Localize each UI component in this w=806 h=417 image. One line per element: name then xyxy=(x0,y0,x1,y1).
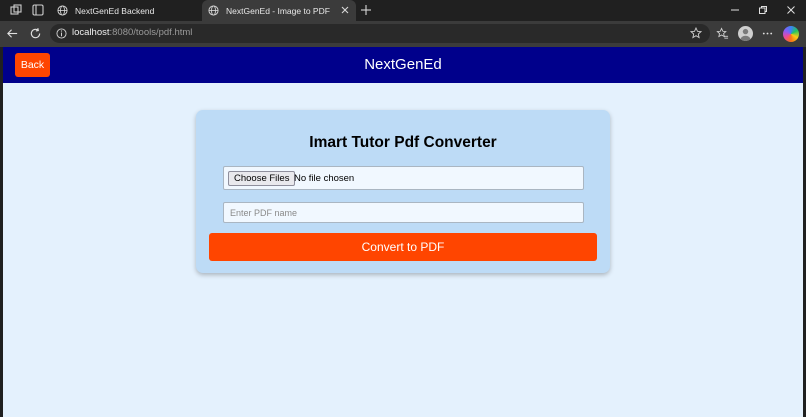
more-icon[interactable] xyxy=(761,27,774,40)
pdf-name-input[interactable] xyxy=(223,202,584,223)
globe-icon xyxy=(57,5,68,16)
copilot-icon[interactable] xyxy=(783,26,799,42)
globe-icon xyxy=(208,5,219,16)
restore-icon[interactable] xyxy=(758,5,768,15)
new-tab-icon[interactable] xyxy=(360,4,372,16)
site-info-icon[interactable] xyxy=(56,28,67,39)
site-brand: NextGenEd xyxy=(364,56,442,73)
minimize-icon[interactable] xyxy=(730,5,740,15)
back-button[interactable]: Back xyxy=(15,53,50,77)
converter-title: Imart Tutor Pdf Converter xyxy=(309,134,497,151)
profile-avatar[interactable] xyxy=(738,26,753,41)
app-header: NextGenEd Back xyxy=(3,47,803,83)
url-path: :8080/tools/pdf.html xyxy=(109,27,193,38)
close-icon[interactable] xyxy=(340,5,350,15)
back-icon[interactable] xyxy=(6,27,19,40)
converter-card: Imart Tutor Pdf Converter Choose Files N… xyxy=(196,110,610,273)
workspaces-icon[interactable] xyxy=(9,3,23,17)
favorite-star-icon[interactable] xyxy=(690,27,702,39)
tab-title: NextGenEd - Image to PDF xyxy=(226,5,330,16)
tab-image-to-pdf[interactable]: NextGenEd - Image to PDF xyxy=(202,0,356,21)
tab-title: NextGenEd Backend xyxy=(75,5,155,16)
window-close-icon[interactable] xyxy=(786,5,796,15)
choose-files-button[interactable]: Choose Files xyxy=(228,171,296,186)
reload-icon[interactable] xyxy=(29,27,42,40)
favorites-icon[interactable] xyxy=(716,27,729,40)
convert-to-pdf-button[interactable]: Convert to PDF xyxy=(209,233,597,261)
tab-nextgened-backend[interactable]: NextGenEd Backend xyxy=(52,0,202,21)
page-viewport: NextGenEd Back Imart Tutor Pdf Converter… xyxy=(3,47,803,417)
user-icon xyxy=(740,28,751,41)
file-input[interactable]: Choose Files No file chosen xyxy=(223,166,584,190)
address-bar[interactable]: localhost:8080/tools/pdf.html xyxy=(50,24,710,43)
tab-actions-icon[interactable] xyxy=(31,3,45,17)
browser-toolbar: localhost:8080/tools/pdf.html xyxy=(0,21,806,47)
url-host: localhost xyxy=(72,27,110,38)
browser-tab-strip: NextGenEd Backend NextGenEd - Image to P… xyxy=(0,0,806,21)
url-text: localhost:8080/tools/pdf.html xyxy=(72,27,192,38)
file-status-text: No file chosen xyxy=(294,173,355,184)
